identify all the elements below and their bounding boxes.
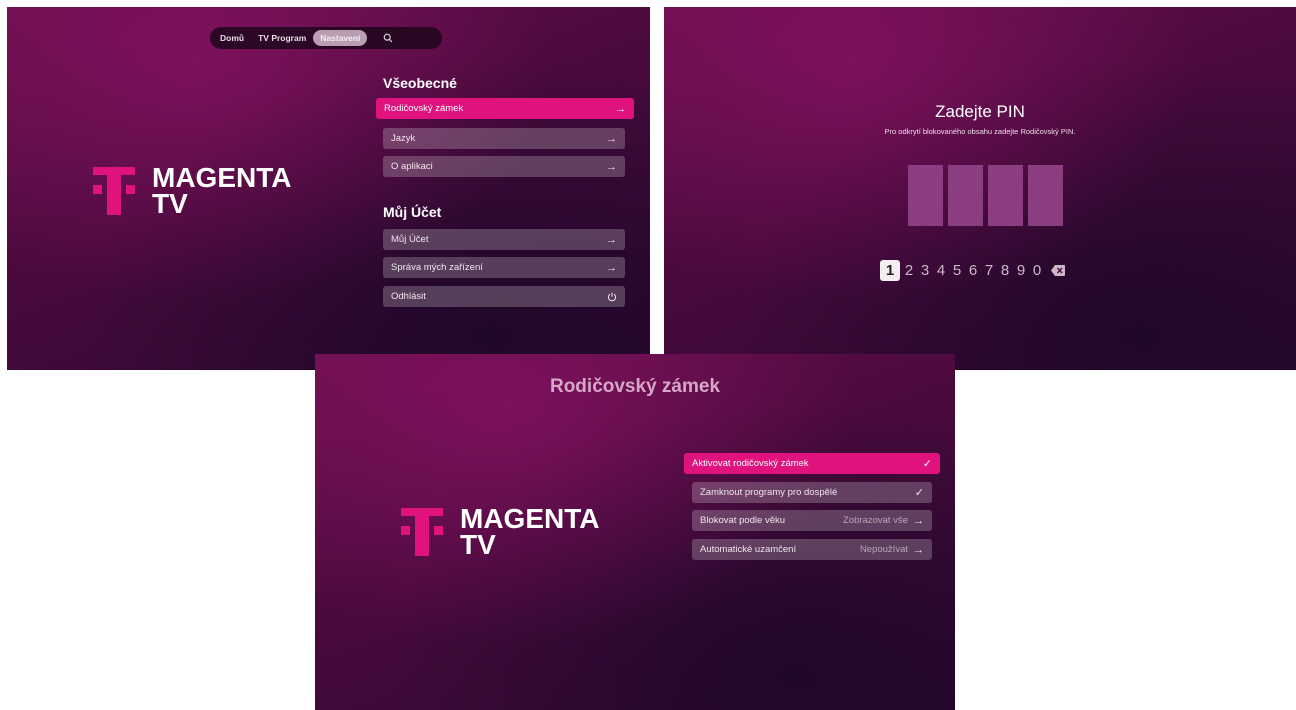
option-label: Automatické uzamčení [700,544,797,555]
pin-key-8[interactable]: 8 [997,262,1013,279]
logo-line-2: TV [460,528,496,560]
pin-key-6[interactable]: 6 [965,262,981,279]
logo-line-1: MAGENTA [152,162,292,193]
checkmark-icon: ✓ [914,487,924,499]
pin-digit-box-4 [1028,165,1063,226]
option-auto-lock[interactable]: Automatické uzamčení Nepoužívat → [692,539,932,560]
pin-screen: Zadejte PIN Pro odkrytí blokovaného obsa… [664,7,1296,370]
settings-item-about[interactable]: O aplikaci → [383,156,625,177]
telekom-t-icon [401,507,443,556]
settings-item-label: Rodičovský zámek [384,103,464,114]
option-label: Aktivovat rodičovský zámek [692,458,809,469]
magenta-tv-logo: MAGENTA TV [93,162,292,219]
pin-digit-box-3 [988,165,1023,226]
option-label: Zamknout programy pro dospělé [700,487,838,498]
pin-key-2[interactable]: 2 [901,262,917,279]
pin-subtitle: Pro odkrytí blokovaného obsahu zadejte R… [884,127,1076,136]
nav-item-home[interactable]: Domů [220,33,244,43]
option-label: Blokovat podle věku [700,515,786,526]
pin-key-0[interactable]: 0 [1029,262,1045,279]
settings-screen: Domů TV Program Nastavení MAGENTA TV Vše… [7,7,650,370]
option-value: Zobrazovat vše [843,515,908,526]
settings-item-label: Odhlásit [391,291,426,302]
backspace-icon[interactable] [1051,265,1065,276]
pin-key-9[interactable]: 9 [1013,262,1029,279]
arrow-right-icon: → [606,233,617,246]
magenta-tv-logo: MAGENTA TV [401,503,600,560]
nav-item-tv-program[interactable]: TV Program [258,33,306,43]
pin-key-4[interactable]: 4 [933,262,949,279]
arrow-right-icon: → [913,514,924,527]
settings-item-label: Jazyk [391,133,416,144]
page-title: Rodičovský zámek [549,376,721,397]
settings-item-label: Můj Účet [391,234,429,245]
settings-item-my-account[interactable]: Můj Účet → [383,229,625,250]
settings-item-language[interactable]: Jazyk → [383,128,625,149]
toggle-activate-parental-lock[interactable]: Aktivovat rodičovský zámek ✓ [684,453,940,474]
settings-item-devices[interactable]: Správa mých zařízení → [383,257,625,278]
pin-key-1[interactable]: 1 [880,260,900,281]
pin-key-3[interactable]: 3 [917,262,933,279]
toggle-lock-adult-programs[interactable]: Zamknout programy pro dospělé ✓ [692,482,932,503]
arrow-right-icon: → [606,160,617,173]
pin-keypad: 1 2 3 4 5 6 7 8 9 0 [880,260,1065,281]
arrow-right-icon: → [606,132,617,145]
option-value: Nepoužívat [859,544,908,555]
settings-item-label: Správa mých zařízení [391,262,483,273]
settings-item-parental-lock[interactable]: Rodičovský zámek → [376,98,634,119]
nav-item-settings[interactable]: Nastavení [313,30,368,46]
option-block-by-age[interactable]: Blokovat podle věku Zobrazovat vše → [692,510,932,531]
settings-item-label: O aplikaci [391,161,433,172]
logo-line-2: TV [152,187,188,219]
search-icon[interactable] [383,33,393,43]
arrow-right-icon: → [913,543,924,556]
parental-lock-screen: Rodičovský zámek MAGENTA TV Aktivovat ro… [315,354,955,710]
pin-key-5[interactable]: 5 [949,262,965,279]
logo-line-1: MAGENTA [460,503,600,534]
power-icon [607,292,617,301]
pin-key-7[interactable]: 7 [981,262,997,279]
pin-title: Zadejte PIN [935,102,1025,121]
settings-item-logout[interactable]: Odhlásit [383,286,625,307]
pin-digit-box-2 [948,165,983,226]
top-nav: Domů TV Program Nastavení [210,27,442,49]
pin-digit-box-1 [908,165,943,226]
arrow-right-icon: → [606,261,617,274]
section-title-account: Můj Účet [383,204,442,220]
section-title-general: Všeobecné [383,75,457,91]
arrow-right-icon: → [615,102,626,115]
checkmark-icon: ✓ [922,458,932,470]
telekom-t-icon [93,166,135,215]
